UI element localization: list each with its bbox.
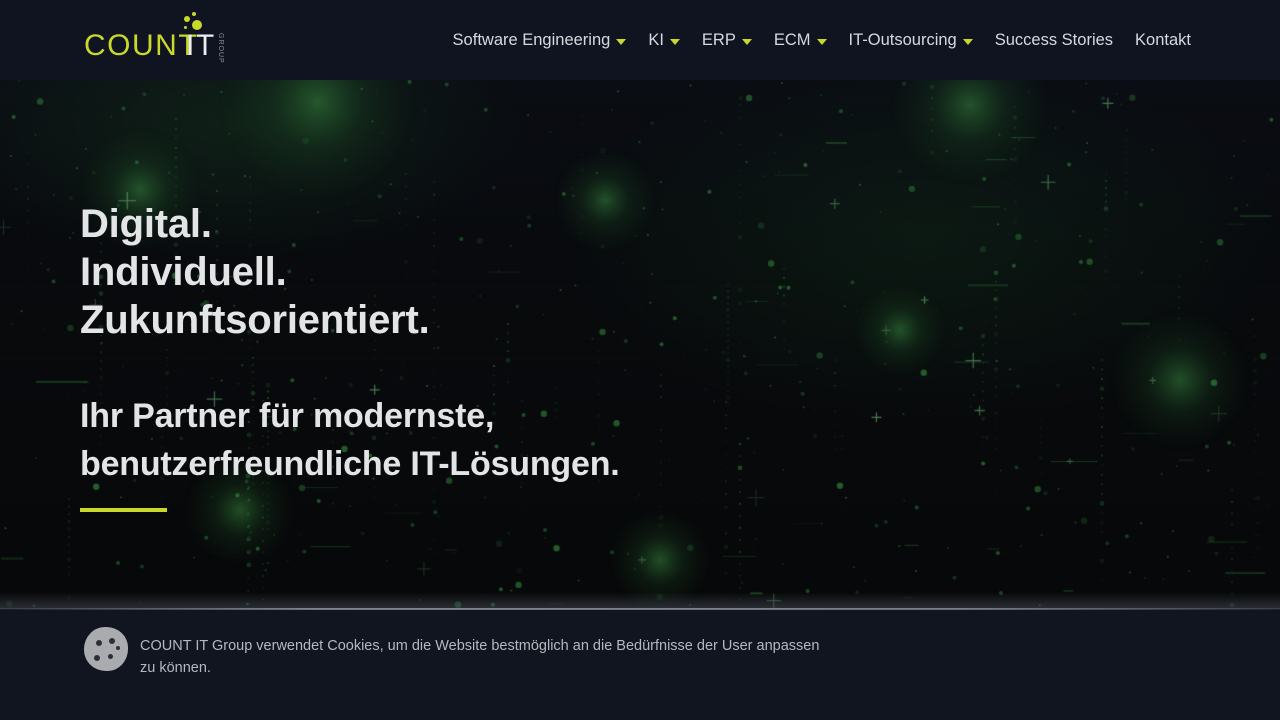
chevron-down-icon[interactable]: [741, 38, 752, 45]
banner-top-divider: [0, 608, 1280, 610]
nav-item-erp[interactable]: ERP: [691, 0, 763, 80]
nav-item-ecm[interactable]: ECM: [763, 0, 838, 80]
logo-bubble-icon: [184, 16, 190, 22]
logo-it-text: IT: [186, 29, 216, 62]
main-navigation: Software Engineering KI ERP ECM IT-Outso…: [442, 0, 1202, 80]
nav-item-software-engineering[interactable]: Software Engineering: [442, 0, 638, 80]
hero-subheadline-line: Ihr Partner für modernste,: [80, 397, 495, 435]
page-root: COUNT IT GROUP Software Engineering KI E…: [0, 0, 1280, 720]
nav-label: Software Engineering: [452, 30, 611, 49]
nav-label: ECM: [773, 30, 811, 49]
hero-section: Digital. Individuell. Zukunftsorientiert…: [0, 80, 1280, 610]
nav-label: Kontakt: [1135, 30, 1191, 49]
cookie-shape: [84, 627, 128, 671]
nav-label: KI: [648, 30, 664, 49]
hero-content: Digital. Individuell. Zukunftsorientiert…: [80, 200, 620, 512]
nav-item-success-stories[interactable]: Success Stories: [984, 0, 1124, 80]
nav-item-ki[interactable]: KI: [637, 0, 691, 80]
cookie-chip-icon: [94, 655, 100, 661]
cookie-chip-icon: [109, 638, 115, 644]
countit-logo[interactable]: COUNT IT GROUP: [84, 12, 244, 68]
cookie-consent-banner: COUNT IT Group verwendet Cookies, um die…: [0, 592, 1280, 720]
hero-subheadline-line: benutzerfreundliche IT-Lösungen.: [80, 445, 620, 483]
nav-item-kontakt[interactable]: Kontakt: [1124, 0, 1202, 80]
chevron-down-icon[interactable]: [616, 38, 627, 45]
nav-item-it-outsourcing[interactable]: IT-Outsourcing: [838, 0, 984, 80]
cookie-message: COUNT IT Group verwendet Cookies, um die…: [140, 638, 820, 676]
chevron-down-icon[interactable]: [962, 38, 973, 45]
nav-label: IT-Outsourcing: [848, 30, 957, 49]
accent-underline-bar: [80, 508, 167, 512]
cookie-chip-icon: [116, 646, 120, 650]
logo-group-text: GROUP: [217, 33, 224, 64]
cookie-chip-icon: [96, 640, 102, 646]
chevron-down-icon[interactable]: [816, 38, 827, 45]
chevron-down-icon[interactable]: [669, 38, 680, 45]
hero-headline-line: Zukunftsorientiert.: [80, 298, 430, 342]
cookie-chip-icon: [108, 654, 113, 659]
site-header: COUNT IT GROUP Software Engineering KI E…: [0, 0, 1280, 80]
logo-count-text: COUNT: [84, 29, 199, 62]
nav-label: Success Stories: [994, 30, 1114, 49]
hero-subheadline: Ihr Partner für modernste, benutzerfreun…: [80, 392, 620, 488]
nav-label: ERP: [701, 30, 736, 49]
hero-headline-line: Digital.: [80, 202, 212, 246]
cookie-icon: [84, 627, 128, 671]
logo-bubble-icon: [192, 12, 196, 16]
hero-headline-line: Individuell.: [80, 250, 287, 294]
